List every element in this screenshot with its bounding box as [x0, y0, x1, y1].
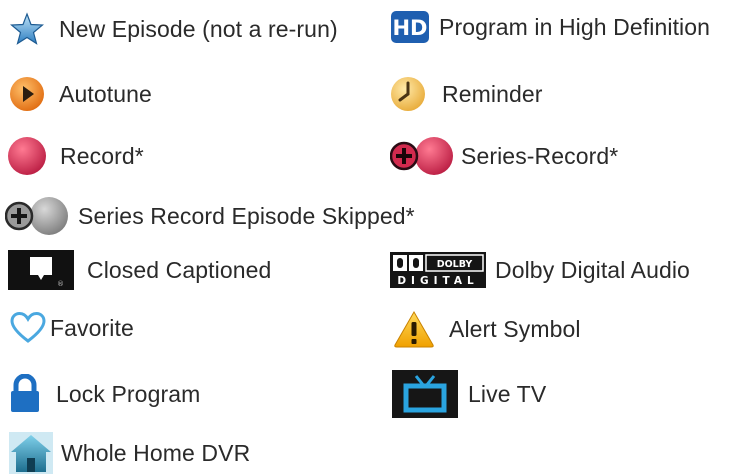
alert-icon — [393, 310, 435, 348]
legend-item-alert: Alert Symbol — [393, 310, 581, 348]
digital-badge-text: DIGITAL — [397, 275, 478, 287]
hd-icon: HD — [390, 10, 430, 44]
legend-label: Live TV — [468, 380, 547, 407]
record-icon — [7, 136, 47, 176]
legend-label: New Episode (not a re-run) — [59, 15, 338, 42]
legend-item-dolby: DOLBY DIGITAL Dolby Digital Audio — [390, 252, 690, 288]
closed-captioned-icon: ® — [8, 250, 74, 290]
legend-item-closed-captioned: ® Closed Captioned — [8, 250, 271, 290]
legend-label: Favorite — [50, 314, 134, 341]
legend-label: Lock Program — [56, 380, 201, 407]
legend-label: Dolby Digital Audio — [495, 256, 690, 283]
legend-label: Record* — [60, 142, 144, 169]
legend-item-lock: Lock Program — [9, 374, 200, 414]
whole-home-dvr-icon — [9, 432, 53, 474]
legend-item-series-skipped: Series Record Episode Skipped* — [5, 196, 415, 236]
hd-badge-text: HD — [392, 16, 427, 40]
legend-item-hd: HD Program in High Definition — [390, 10, 710, 44]
legend-label: Series-Record* — [461, 142, 619, 169]
favorite-heart-icon — [10, 312, 46, 344]
legend-label: Program in High Definition — [439, 13, 711, 40]
series-record-skipped-icon — [5, 196, 69, 236]
legend-item-whole-home-dvr: Whole Home DVR — [9, 432, 250, 474]
legend-item-favorite: Favorite — [10, 312, 134, 344]
legend-label: Alert Symbol — [449, 315, 581, 342]
legend-item-new-episode: New Episode (not a re-run) — [10, 12, 338, 46]
lock-icon — [9, 374, 41, 414]
registered-mark: ® — [57, 280, 64, 288]
legend-item-autotune: Autotune — [9, 76, 152, 112]
star-icon — [10, 12, 44, 46]
legend-item-reminder: Reminder — [390, 76, 543, 112]
dolby-badge-text: DOLBY — [437, 259, 473, 270]
legend-label: Autotune — [59, 80, 152, 107]
legend-label: Series Record Episode Skipped* — [78, 202, 415, 229]
legend-label: Reminder — [442, 80, 543, 107]
legend-item-series-record: Series-Record* — [390, 136, 618, 176]
legend-label: Closed Captioned — [87, 256, 272, 283]
legend-item-record: Record* — [7, 136, 144, 176]
dolby-digital-icon: DOLBY DIGITAL — [390, 252, 486, 288]
legend-label: Whole Home DVR — [61, 439, 251, 466]
autotune-icon — [9, 76, 45, 112]
series-record-icon — [390, 136, 454, 176]
legend-item-live-tv: Live TV — [392, 370, 546, 418]
live-tv-icon — [392, 370, 458, 418]
reminder-clock-icon — [390, 76, 426, 112]
